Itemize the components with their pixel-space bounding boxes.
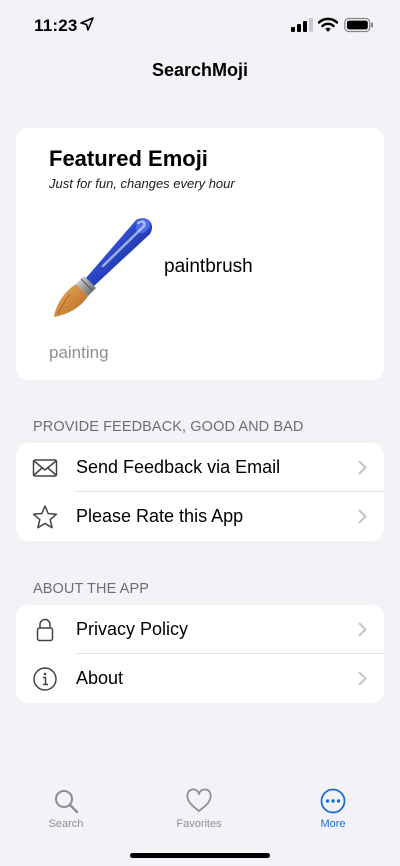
wifi-icon [318, 17, 338, 32]
featured-emoji-category: painting [49, 343, 109, 362]
featured-emoji-name: paintbrush [164, 256, 253, 277]
send-feedback-email-row[interactable]: Send Feedback via Email [16, 443, 384, 492]
search-icon [55, 790, 79, 814]
tab-more[interactable]: More [283, 788, 383, 830]
tab-favorites-label: Favorites [176, 818, 222, 830]
location-arrow-icon [80, 17, 94, 31]
tab-search[interactable]: Search [16, 788, 116, 830]
rate-app-row[interactable]: Please Rate this App [16, 492, 384, 541]
status-bar: 11:23 [0, 0, 400, 52]
heart-icon [186, 788, 212, 812]
featured-heading: Featured Emoji [49, 146, 208, 171]
tab-bar: Search Favorites More [0, 770, 400, 866]
tab-favorites[interactable]: Favorites [149, 788, 249, 830]
about-row[interactable]: About [16, 654, 384, 703]
info-icon [33, 667, 57, 691]
featured-subtitle: Just for fun, changes every hour [49, 176, 235, 191]
chevron-right-icon [358, 460, 367, 475]
battery-icon [344, 17, 373, 33]
lock-icon [36, 618, 54, 642]
tab-more-label: More [320, 818, 346, 830]
status-time: 11:23 [34, 16, 78, 35]
star-icon [32, 505, 58, 529]
nav-title: SearchMoji [151, 60, 249, 80]
cellular-signal-icon [291, 18, 313, 32]
chevron-right-icon [358, 622, 367, 637]
rate-app-label: Please Rate this App [76, 506, 244, 526]
tab-search-label: Search [48, 818, 84, 830]
about-list: Privacy Policy About [16, 605, 384, 703]
envelope-icon [32, 459, 58, 477]
about-section-header: ABOUT THE APP [33, 581, 149, 597]
privacy-policy-row[interactable]: Privacy Policy [16, 605, 384, 654]
featured-emoji-card: Featured Emoji Just for fun, changes eve… [16, 128, 384, 380]
home-indicator [130, 853, 270, 858]
send-feedback-email-label: Send Feedback via Email [76, 457, 281, 477]
ellipsis-circle-icon [320, 788, 346, 814]
feedback-list: Send Feedback via Email Please Rate this… [16, 443, 384, 541]
chevron-right-icon [358, 671, 367, 686]
about-label: About [76, 668, 124, 688]
chevron-right-icon [358, 509, 367, 524]
paintbrush-icon [54, 218, 153, 317]
privacy-policy-label: Privacy Policy [76, 619, 189, 639]
feedback-section-header: PROVIDE FEEDBACK, GOOD AND BAD [33, 419, 304, 435]
